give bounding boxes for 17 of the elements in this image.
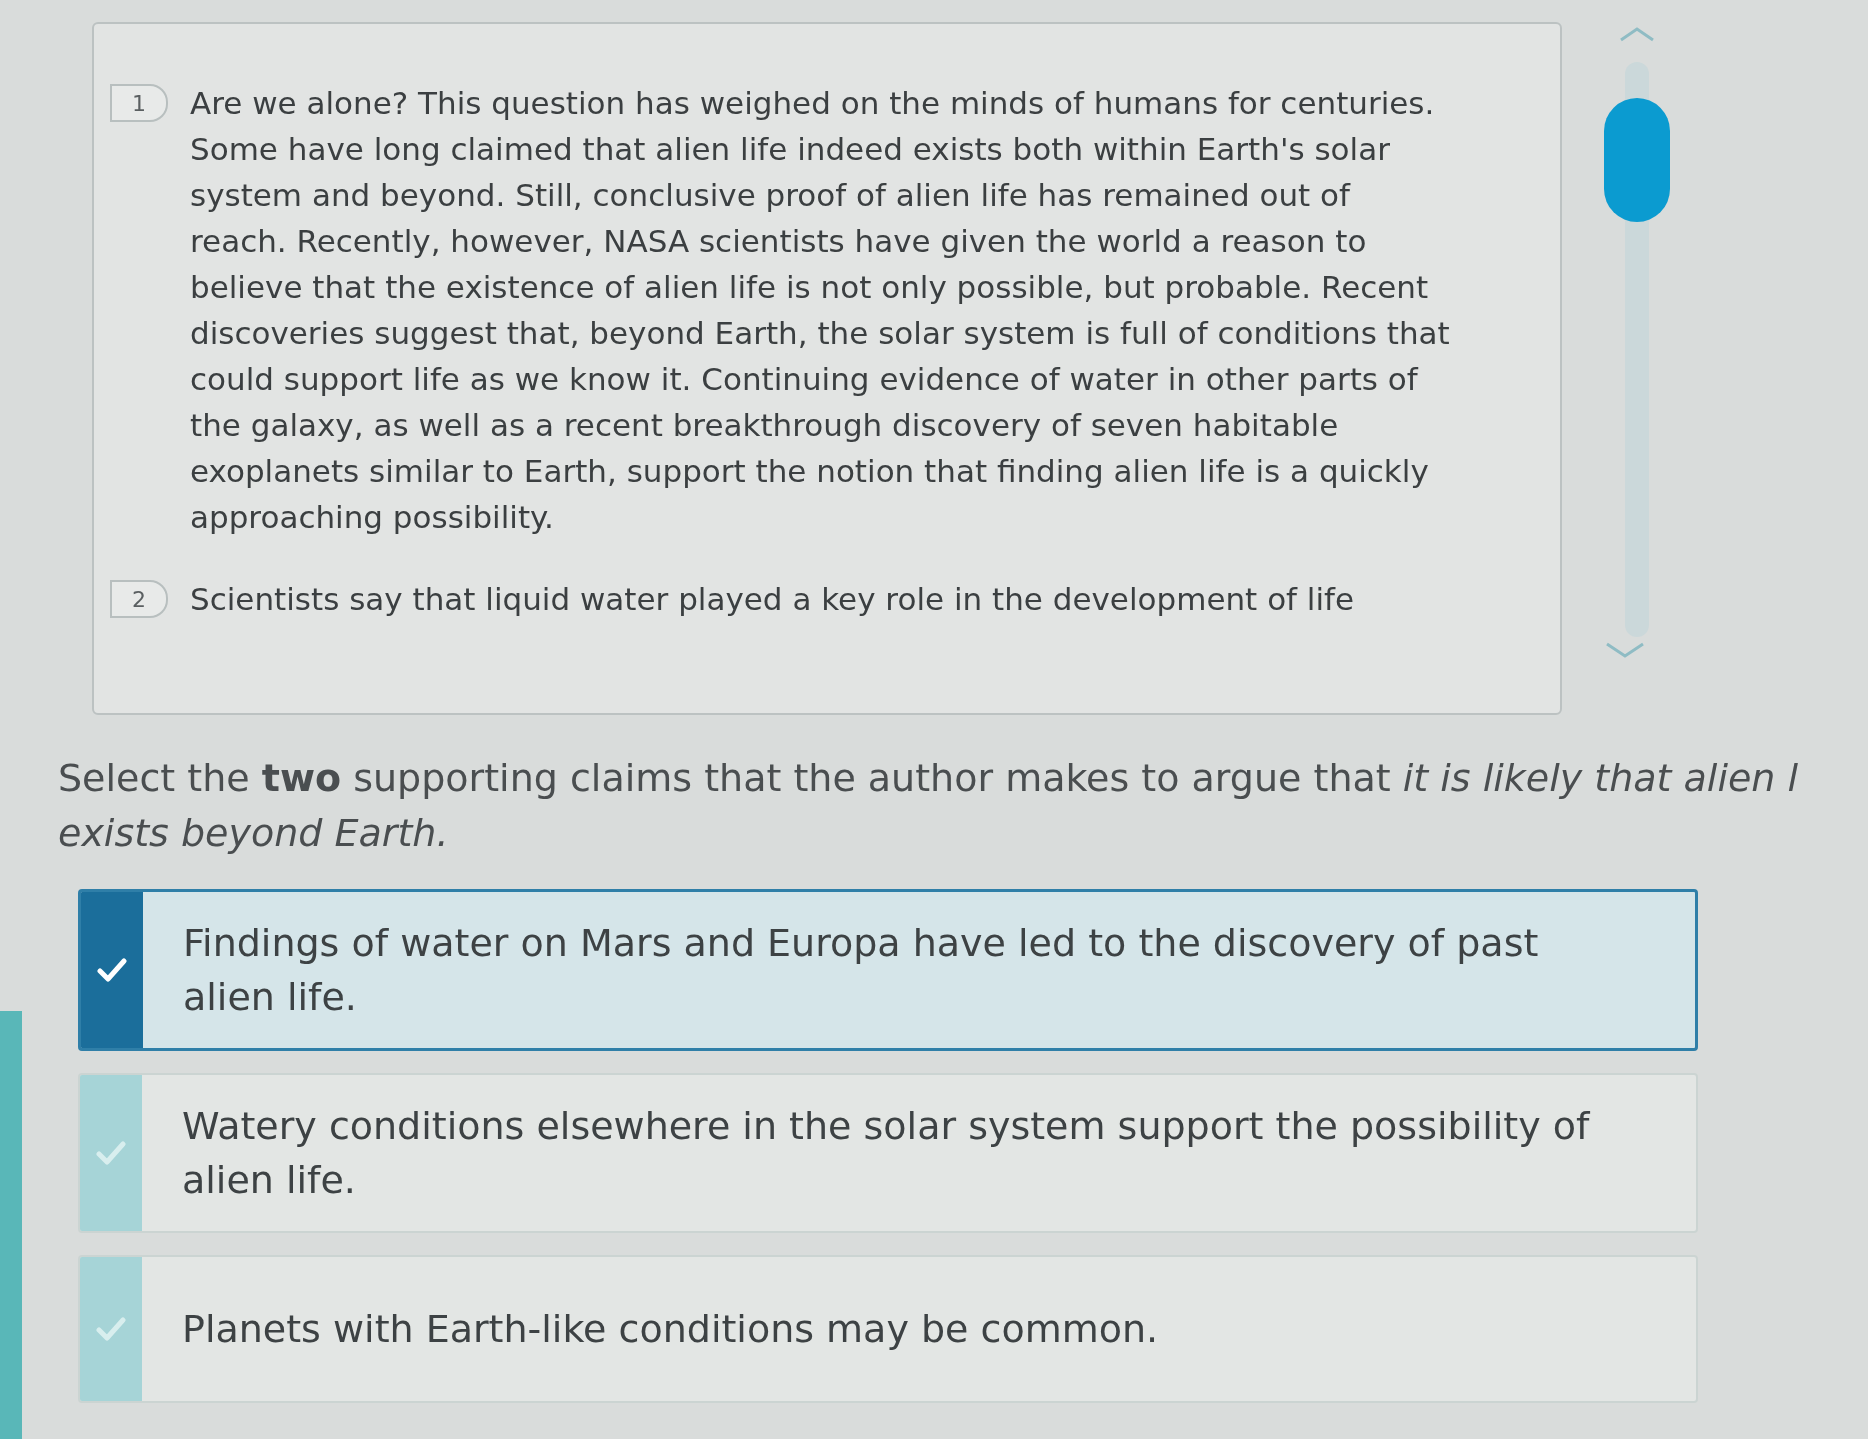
answer-option[interactable]: Planets with Earth-like conditions may be common. [78, 1255, 1698, 1403]
scroll-down-icon[interactable] [1605, 641, 1645, 659]
check-icon [96, 1317, 126, 1341]
answer-option[interactable]: Watery conditions elsewhere in the solar system support the possibility of alien life. [78, 1073, 1698, 1233]
paragraph-text: Are we alone? This question has weighed on the minds of humans for centuries. Some have long claimed that alien life indeed exists both within Earth's solar system and beyond. Still, conclusive proof of alien life has remained out of reach. Recently, however, NASA scientists have given the world a reason to believe that the existence of alien life is not only possible, but probable. Recent discoveries suggest that, beyond Earth, the solar system is full of conditions that could support life as we know it. Continuing evidence of water in other parts of the galaxy, as well as a recent breakthrough discovery of seven habitable exoplanets similar to Earth, support the notion that finding alien life is a quickly approaching possibility. [190, 84, 1451, 537]
check-icon [97, 958, 127, 982]
answer-checkbox[interactable] [81, 892, 143, 1048]
answer-checkbox[interactable] [80, 1075, 142, 1231]
scrollbar[interactable] [1604, 62, 1670, 637]
scroll-up-icon[interactable] [1619, 26, 1655, 42]
question-prompt: Select the two supporting claims that the author makes to argue that it is likely that alien l exists beyond Earth. [58, 755, 1800, 857]
answer-option[interactable]: Findings of water on Mars and Europa have led to the discovery of past alien life. [78, 889, 1698, 1051]
paragraph-text: Scientists say that liquid water played a key role in the development of life [190, 580, 1356, 619]
answer-checkbox[interactable] [80, 1257, 142, 1401]
paragraph-number: 2 [110, 580, 168, 618]
check-icon [96, 1141, 126, 1165]
paragraph-number: 1 [110, 84, 168, 122]
